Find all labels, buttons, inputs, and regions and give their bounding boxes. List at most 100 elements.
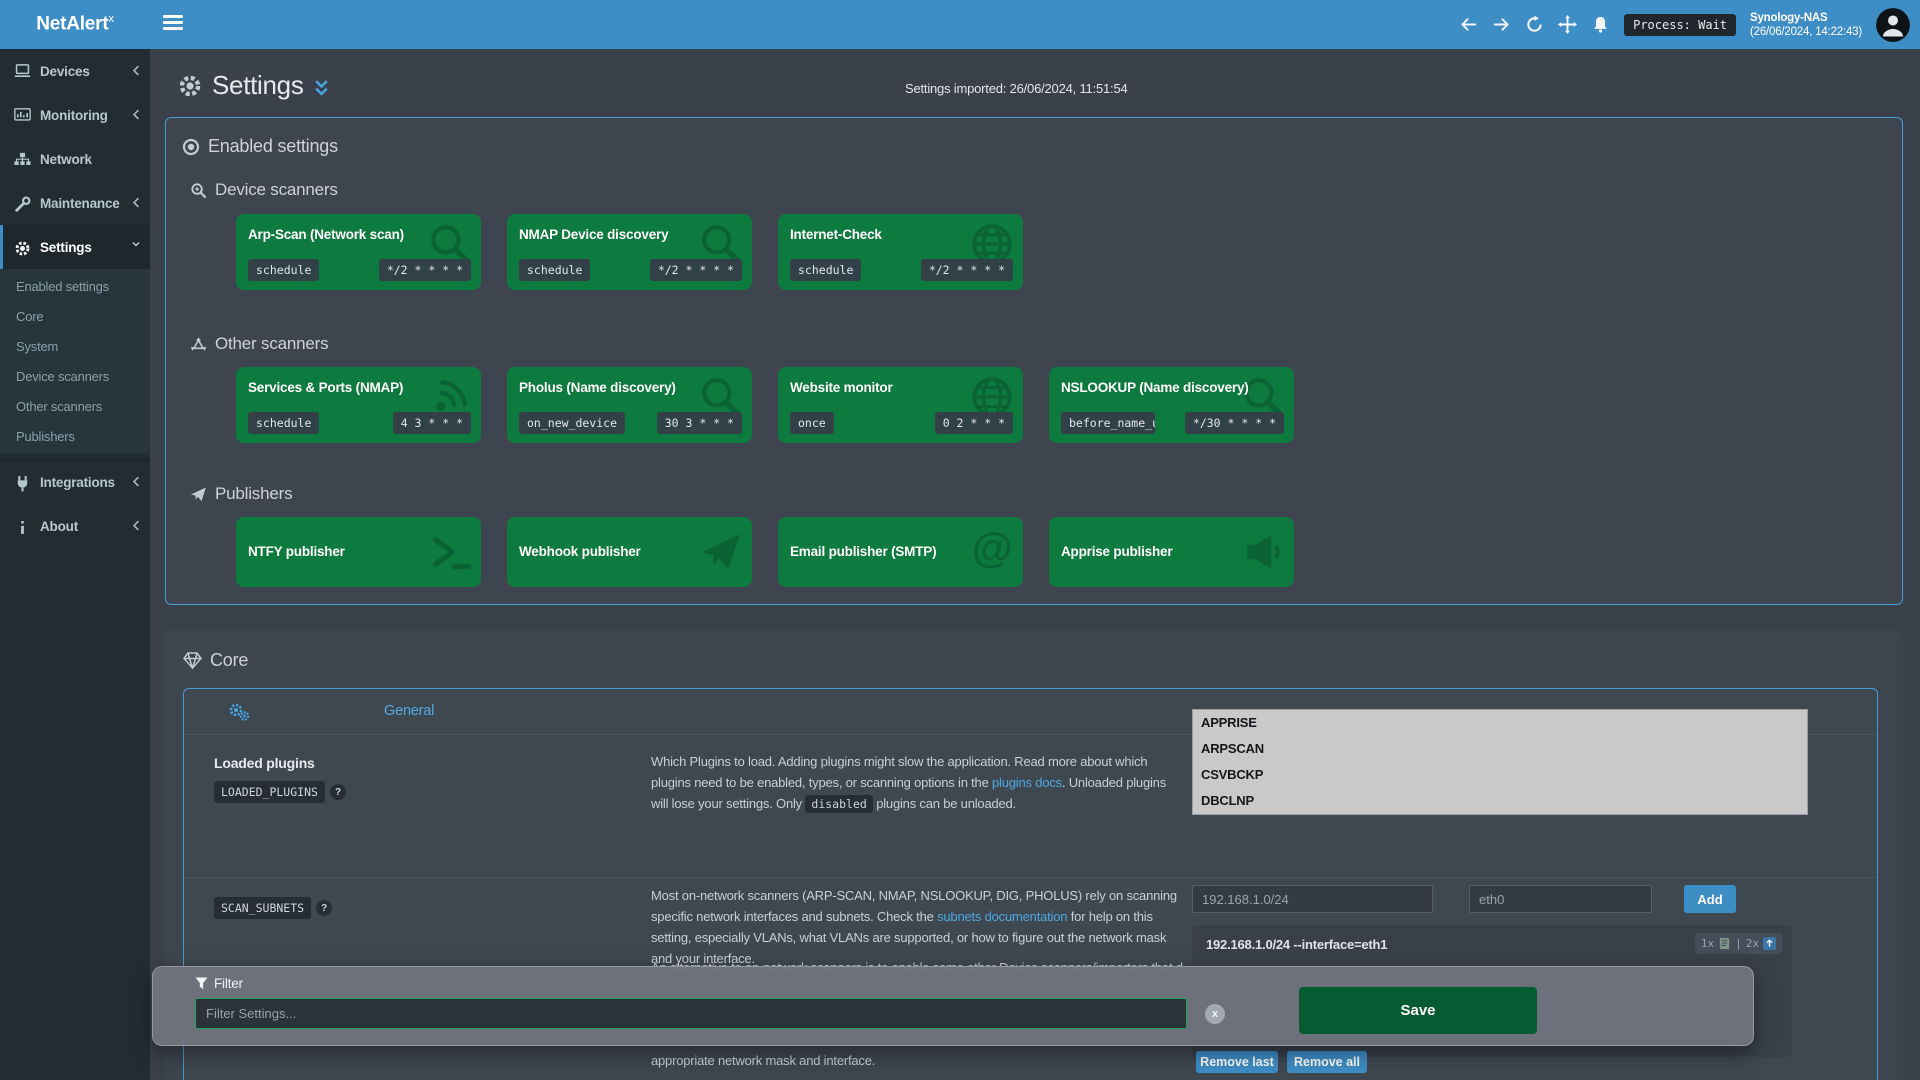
collapse-double-chevron-icon[interactable] bbox=[314, 79, 329, 99]
tab-general[interactable]: General bbox=[384, 703, 434, 719]
process-status-badge: Process: Wait bbox=[1624, 14, 1736, 36]
sidebar-item-enabled-settings[interactable]: Enabled settings bbox=[0, 271, 150, 301]
monitoring-chart-icon bbox=[14, 108, 31, 123]
card-title: Webhook publisher bbox=[519, 544, 740, 559]
setting-card-ntfy[interactable]: NTFY publisher bbox=[236, 517, 481, 587]
app-logo[interactable]: NetAlertx bbox=[0, 0, 150, 49]
page-title: Settings bbox=[212, 70, 304, 101]
add-button[interactable]: Add bbox=[1684, 885, 1736, 913]
row-divider bbox=[184, 877, 1877, 878]
settings-imported-status: Settings imported: 26/06/2024, 11:51:54 bbox=[905, 81, 1128, 96]
remove-last-button[interactable]: Remove last bbox=[1196, 1051, 1278, 1073]
subnet-input[interactable] bbox=[1192, 885, 1433, 913]
other-scanners-heading: Other scanners bbox=[190, 334, 328, 354]
nav-forward-icon[interactable] bbox=[1492, 15, 1511, 34]
setting-card-services-ports[interactable]: Services & Ports (NMAP) schedule4 3 * * … bbox=[236, 367, 481, 443]
sidebar-item-label: Settings bbox=[40, 240, 92, 255]
sidebar-item-monitoring[interactable]: Monitoring bbox=[0, 93, 150, 137]
subnet-entry-meta: 1x | 2x bbox=[1695, 933, 1782, 954]
notifications-bell-icon[interactable] bbox=[1591, 15, 1610, 34]
schedule-type-badge: schedule bbox=[790, 259, 861, 281]
cron-badge: */30 * * * * bbox=[1185, 412, 1284, 434]
sidebar-item-maintenance[interactable]: Maintenance bbox=[0, 181, 150, 225]
setting-card-pholus[interactable]: Pholus (Name discovery) on_new_device30 … bbox=[507, 367, 752, 443]
plugins-docs-link[interactable]: plugins docs bbox=[992, 775, 1062, 790]
copy-up-icon[interactable] bbox=[1763, 937, 1776, 950]
sidebar-item-label: Maintenance bbox=[40, 196, 120, 211]
cron-badge: */2 * * * * bbox=[650, 259, 742, 281]
card-title: Internet-Check bbox=[790, 227, 1011, 242]
core-title: Core bbox=[183, 650, 248, 671]
help-icon[interactable]: ? bbox=[316, 900, 332, 916]
card-title: NSLOOKUP (Name discovery) bbox=[1061, 380, 1282, 395]
sidebar-item-publishers[interactable]: Publishers bbox=[0, 421, 150, 451]
cron-badge: 4 3 * * * bbox=[393, 412, 471, 434]
search-plus-icon bbox=[190, 182, 207, 199]
move-arrows-icon[interactable] bbox=[1558, 15, 1577, 34]
sidebar-item-other-scanners[interactable]: Other scanners bbox=[0, 391, 150, 421]
sidebar-item-network[interactable]: Network bbox=[0, 137, 150, 181]
setting-card-website-monitor[interactable]: Website monitor once0 2 * * * bbox=[778, 367, 1023, 443]
brand-text: NetAlert bbox=[36, 14, 108, 35]
schedule-type-badge: schedule bbox=[248, 259, 319, 281]
interface-input[interactable] bbox=[1469, 885, 1652, 913]
setting-card-arpscan[interactable]: Arp-Scan (Network scan) schedule*/2 * * … bbox=[236, 214, 481, 290]
remove-all-button[interactable]: Remove all bbox=[1287, 1051, 1367, 1073]
sidebar-item-devices[interactable]: Devices bbox=[0, 49, 150, 93]
card-title: Services & Ports (NMAP) bbox=[248, 380, 469, 395]
setting-card-apprise[interactable]: Apprise publisher bbox=[1049, 517, 1294, 587]
chevron-left-icon bbox=[132, 476, 140, 488]
sidebar-toggle-icon[interactable] bbox=[163, 15, 183, 33]
setting-key-badge: SCAN_SUBNETS bbox=[214, 897, 311, 919]
card-title: Email publisher (SMTP) bbox=[790, 544, 1011, 559]
listbox-option[interactable]: APPRISE bbox=[1193, 710, 1807, 736]
gears-icon[interactable] bbox=[228, 702, 250, 722]
edit-note-icon[interactable] bbox=[1718, 937, 1731, 950]
host-timestamp: (26/06/2024, 14:22:43) bbox=[1750, 25, 1862, 39]
card-title: Apprise publisher bbox=[1061, 544, 1282, 559]
sidebar-item-device-scanners[interactable]: Device scanners bbox=[0, 361, 150, 391]
filter-settings-input[interactable] bbox=[195, 998, 1187, 1029]
setting-description: Which Plugins to load. Adding plugins mi… bbox=[651, 751, 1183, 815]
schedule-type-badge: once bbox=[790, 412, 834, 434]
clear-filter-button[interactable]: x bbox=[1205, 1004, 1225, 1024]
user-avatar[interactable] bbox=[1876, 8, 1910, 42]
sidebar-item-about[interactable]: About bbox=[0, 504, 150, 548]
card-title: NTFY publisher bbox=[248, 544, 469, 559]
setting-card-internet-check[interactable]: Internet-Check schedule*/2 * * * * bbox=[778, 214, 1023, 290]
nav-back-icon[interactable] bbox=[1459, 15, 1478, 34]
schedule-type-badge: before_name_updates bbox=[1061, 412, 1155, 434]
topbar: NetAlertx Process: Wait Synology-NAS (26… bbox=[0, 0, 1920, 49]
save-button[interactable]: Save bbox=[1299, 987, 1537, 1034]
recycle-icon bbox=[190, 336, 207, 353]
brand-sup: x bbox=[109, 13, 114, 25]
sidebar-item-settings[interactable]: Settings bbox=[0, 225, 150, 269]
gem-icon bbox=[183, 652, 202, 669]
setting-card-nslookup[interactable]: NSLOOKUP (Name discovery) before_name_up… bbox=[1049, 367, 1294, 443]
chevron-left-icon bbox=[132, 197, 140, 209]
setting-card-email-smtp[interactable]: @ Email publisher (SMTP) bbox=[778, 517, 1023, 587]
setting-card-nmap-discovery[interactable]: NMAP Device discovery schedule*/2 * * * … bbox=[507, 214, 752, 290]
enabled-settings-title: Enabled settings bbox=[182, 136, 338, 157]
wrench-icon bbox=[14, 196, 31, 211]
plug-icon bbox=[14, 475, 31, 490]
publishers-heading: Publishers bbox=[190, 484, 292, 504]
listbox-option[interactable]: ARPSCAN bbox=[1193, 736, 1807, 762]
chevron-left-icon bbox=[132, 109, 140, 121]
settings-gear-icon bbox=[178, 74, 202, 98]
funnel-icon bbox=[195, 977, 208, 990]
subnets-docs-link[interactable]: subnets documentation bbox=[937, 909, 1067, 924]
sidebar-item-system[interactable]: System bbox=[0, 331, 150, 361]
setting-card-webhook[interactable]: Webhook publisher bbox=[507, 517, 752, 587]
help-icon[interactable]: ? bbox=[330, 784, 346, 800]
cron-badge: */2 * * * * bbox=[379, 259, 471, 281]
listbox-option[interactable]: DBCLNP bbox=[1193, 788, 1807, 814]
schedule-type-badge: on_new_device bbox=[519, 412, 625, 434]
refresh-icon[interactable] bbox=[1525, 15, 1544, 34]
listbox-option[interactable]: CSVBCKP bbox=[1193, 762, 1807, 788]
sidebar-item-core[interactable]: Core bbox=[0, 301, 150, 331]
loaded-plugins-listbox[interactable]: APPRISE ARPSCAN CSVBCKP DBCLNP bbox=[1192, 709, 1808, 815]
sitemap-icon bbox=[14, 152, 31, 167]
filter-label: Filter bbox=[195, 976, 243, 991]
sidebar-item-integrations[interactable]: Integrations bbox=[0, 460, 150, 504]
